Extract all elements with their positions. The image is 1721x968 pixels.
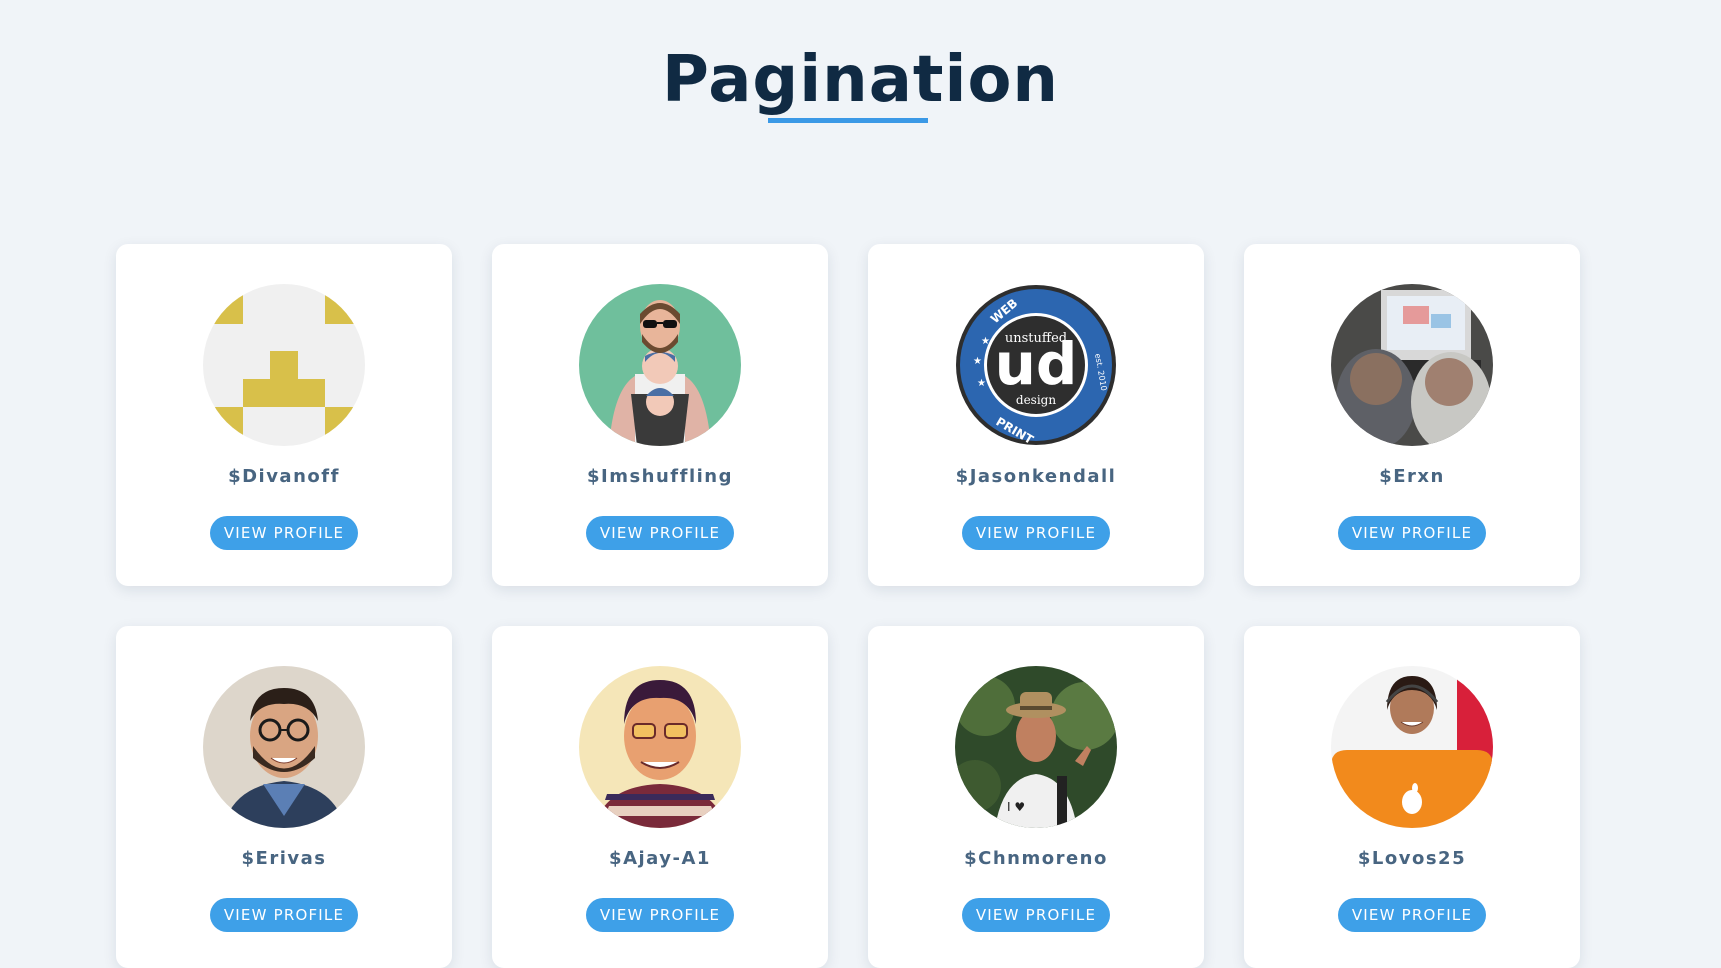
view-profile-button[interactable]: VIEW PROFILE xyxy=(1338,898,1486,932)
profile-card: $Divanoff VIEW PROFILE xyxy=(116,244,452,586)
view-profile-button[interactable]: VIEW PROFILE xyxy=(1338,516,1486,550)
woman-with-laptop-avatar[interactable] xyxy=(1331,666,1493,828)
smiling-man-glasses-avatar[interactable] xyxy=(203,666,365,828)
username: $Imshuffling xyxy=(586,466,734,487)
svg-text:★: ★ xyxy=(973,356,982,367)
username: $Chnmoreno xyxy=(964,848,1108,869)
username: $Erivas xyxy=(241,848,327,869)
username: $Lovos25 xyxy=(1357,848,1467,869)
profile-card: $Ajay-A1 VIEW PROFILE xyxy=(492,626,828,968)
profile-card: $Erxn VIEW PROFILE xyxy=(1244,244,1580,586)
kids-at-computer-avatar[interactable] xyxy=(1331,284,1493,446)
svg-text:I ♥: I ♥ xyxy=(1007,800,1025,814)
ud-logo-design: design xyxy=(1016,393,1056,407)
username: $Erxn xyxy=(1379,466,1445,487)
man-hat-thumbs-up-avatar[interactable]: I ♥ xyxy=(955,666,1117,828)
view-profile-button[interactable]: VIEW PROFILE xyxy=(962,516,1110,550)
ud-logo-subtext: unstuffed xyxy=(1005,331,1067,346)
profile-card: ud unstuffed design WEB PRINT est. 2010 … xyxy=(868,244,1204,586)
profile-card: $Imshuffling VIEW PROFILE xyxy=(492,244,828,586)
profile-card: I ♥ $Chnmoreno VIEW PROFILE xyxy=(868,626,1204,968)
username: $Divanoff xyxy=(228,466,340,487)
username: $Ajay-A1 xyxy=(609,848,711,869)
page-header: Pagination xyxy=(0,0,1721,120)
view-profile-button[interactable]: VIEW PROFILE xyxy=(210,898,358,932)
view-profile-button[interactable]: VIEW PROFILE xyxy=(586,898,734,932)
username: $Jasonkendall xyxy=(955,466,1117,487)
ud-design-logo-avatar[interactable]: ud unstuffed design WEB PRINT est. 2010 … xyxy=(955,284,1117,446)
view-profile-button[interactable]: VIEW PROFILE xyxy=(586,516,734,550)
svg-text:★: ★ xyxy=(981,336,990,347)
father-with-baby-avatar[interactable] xyxy=(579,284,741,446)
view-profile-button[interactable]: VIEW PROFILE xyxy=(962,898,1110,932)
profile-card: $Erivas VIEW PROFILE xyxy=(116,626,452,968)
svg-text:★: ★ xyxy=(977,378,986,389)
title-underline xyxy=(768,118,928,123)
identicon-avatar[interactable] xyxy=(203,284,365,446)
page-title: Pagination xyxy=(662,43,1059,117)
illustrated-man-glasses-avatar[interactable] xyxy=(579,666,741,828)
view-profile-button[interactable]: VIEW PROFILE xyxy=(210,516,358,550)
profile-grid: $Divanoff VIEW PROFILE $Imshuffling VIEW… xyxy=(116,244,1580,968)
profile-card: $Lovos25 VIEW PROFILE xyxy=(1244,626,1580,968)
